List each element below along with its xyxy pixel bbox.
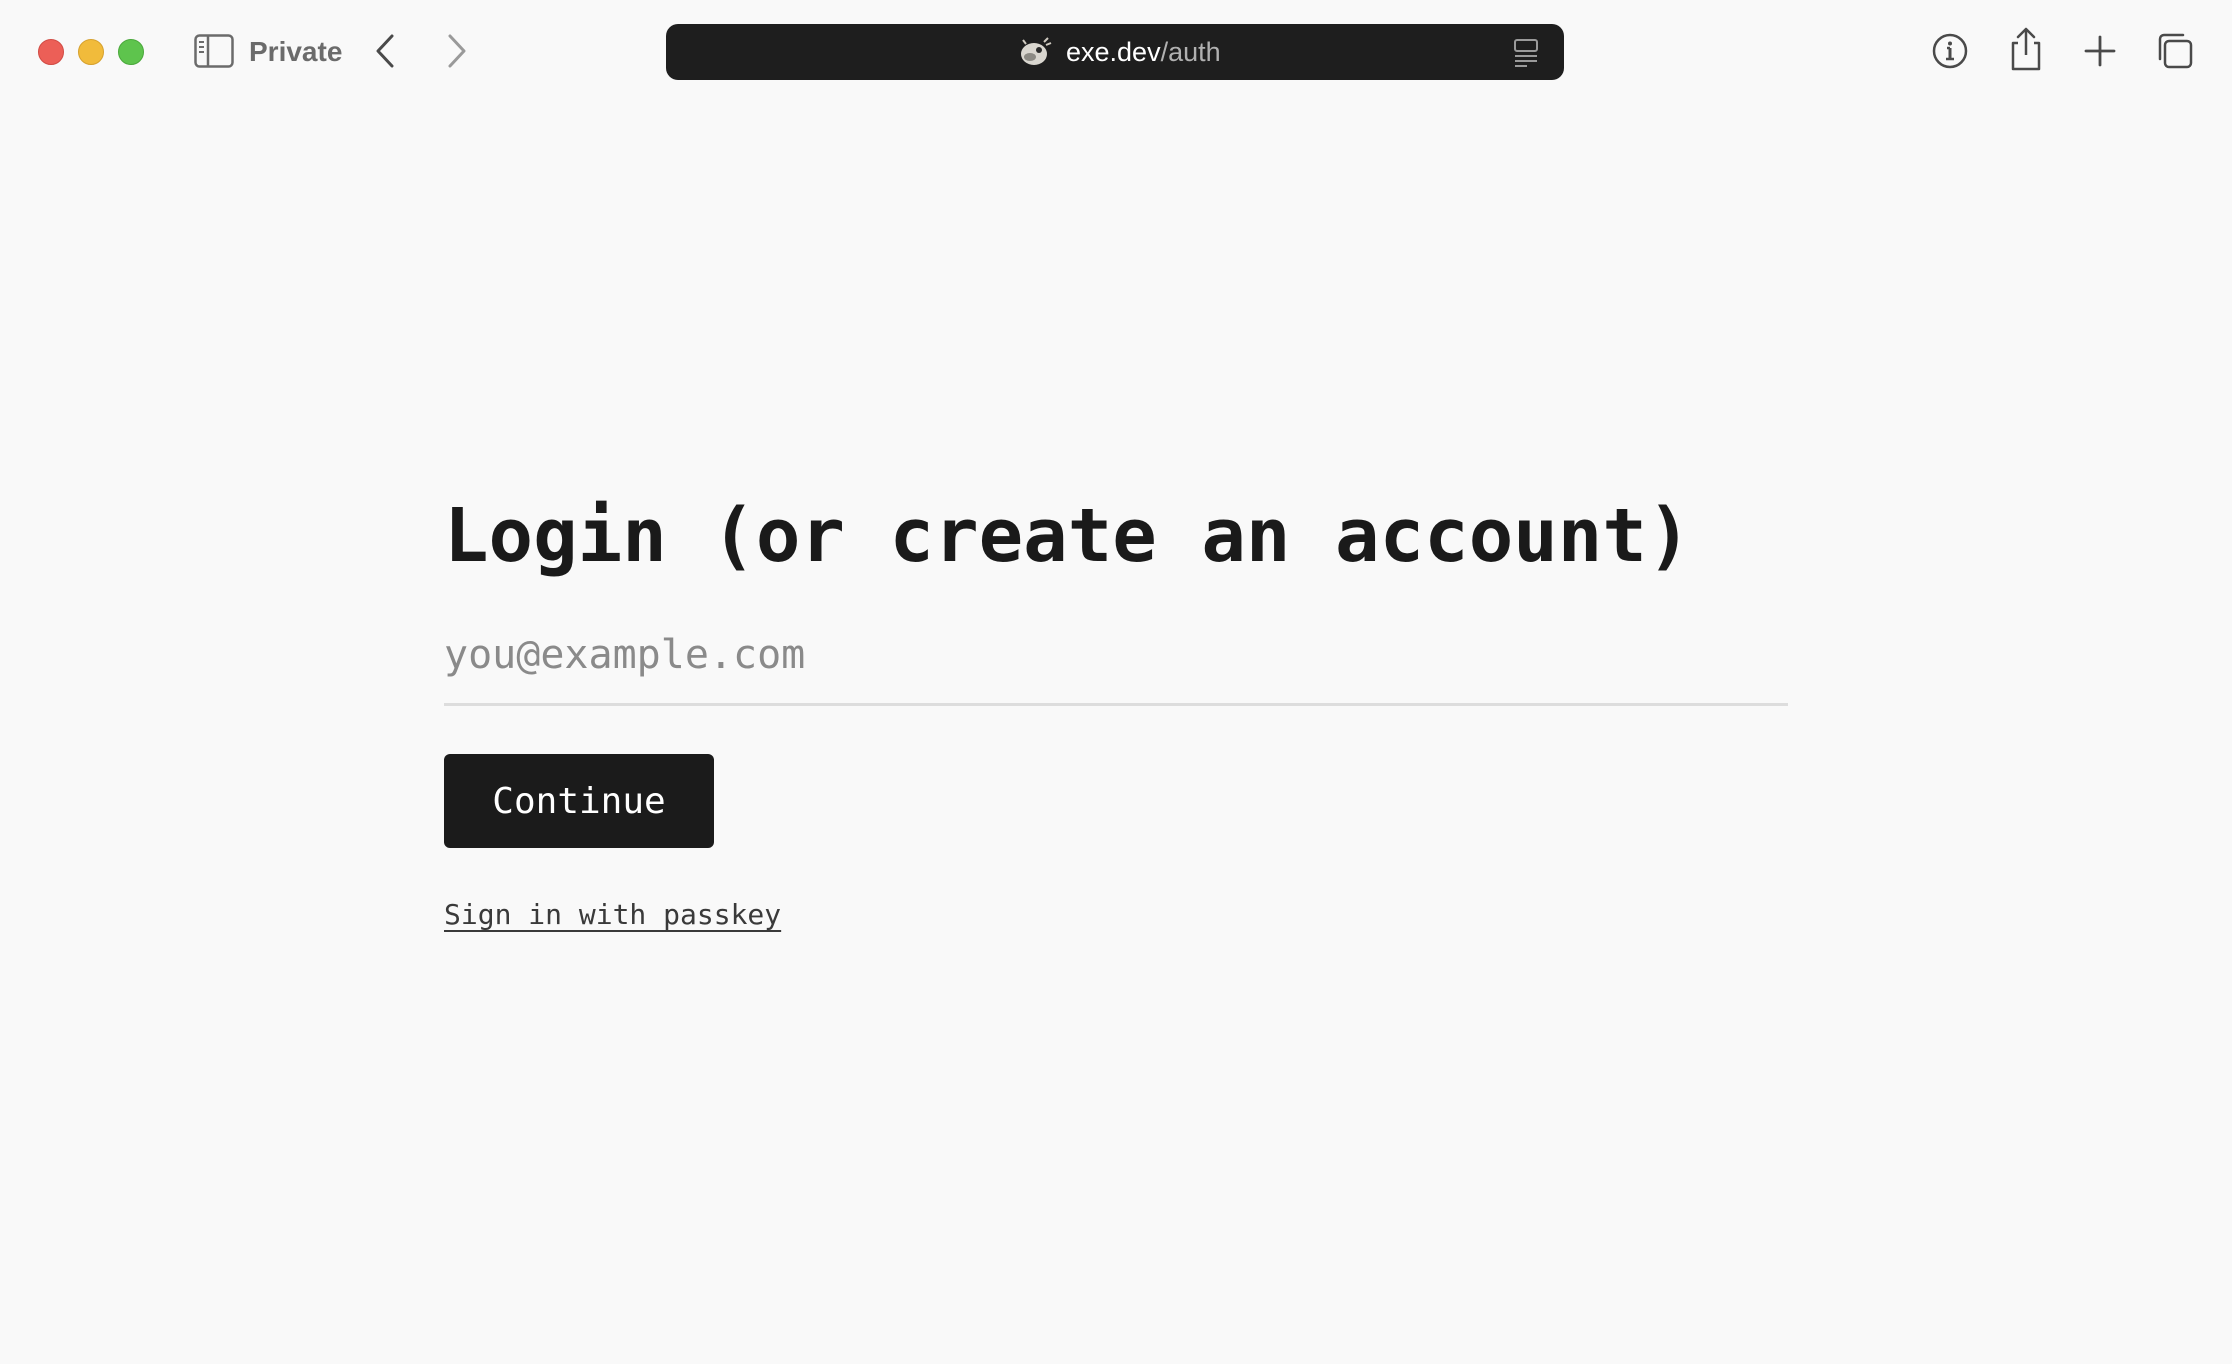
page-title: Login (or create an account) <box>444 493 1692 579</box>
sidebar-icon[interactable] <box>194 34 234 68</box>
minimize-window-button[interactable] <box>78 39 104 65</box>
tab-overview-icon[interactable] <box>2154 30 2194 72</box>
address-bar[interactable]: exe.dev/auth <box>666 24 1564 80</box>
url-host: exe.dev <box>1066 37 1161 67</box>
url-text: exe.dev/auth <box>1066 34 1221 70</box>
plus-icon[interactable] <box>2080 30 2120 72</box>
browser-window: Private exe.dev/auth Login (or create an… <box>0 0 2232 1364</box>
private-mode-label: Private <box>249 36 343 67</box>
zoom-window-button[interactable] <box>118 39 144 65</box>
passkey-signin-link[interactable]: Sign in with passkey <box>444 898 781 931</box>
reader-mode-icon[interactable] <box>1513 38 1541 68</box>
share-icon[interactable] <box>2006 26 2046 72</box>
chevron-right-icon[interactable] <box>442 32 472 70</box>
email-field[interactable] <box>444 606 1788 706</box>
info-icon[interactable] <box>1930 30 1970 72</box>
browser-toolbar: Private exe.dev/auth <box>0 0 2232 104</box>
continue-button[interactable]: Continue <box>444 754 714 848</box>
chevron-left-icon[interactable] <box>370 32 400 70</box>
pufferfish-favicon <box>1018 36 1052 68</box>
close-window-button[interactable] <box>38 39 64 65</box>
url-path: /auth <box>1160 37 1221 67</box>
login-form: Login (or create an account) Continue Si… <box>444 470 1790 931</box>
